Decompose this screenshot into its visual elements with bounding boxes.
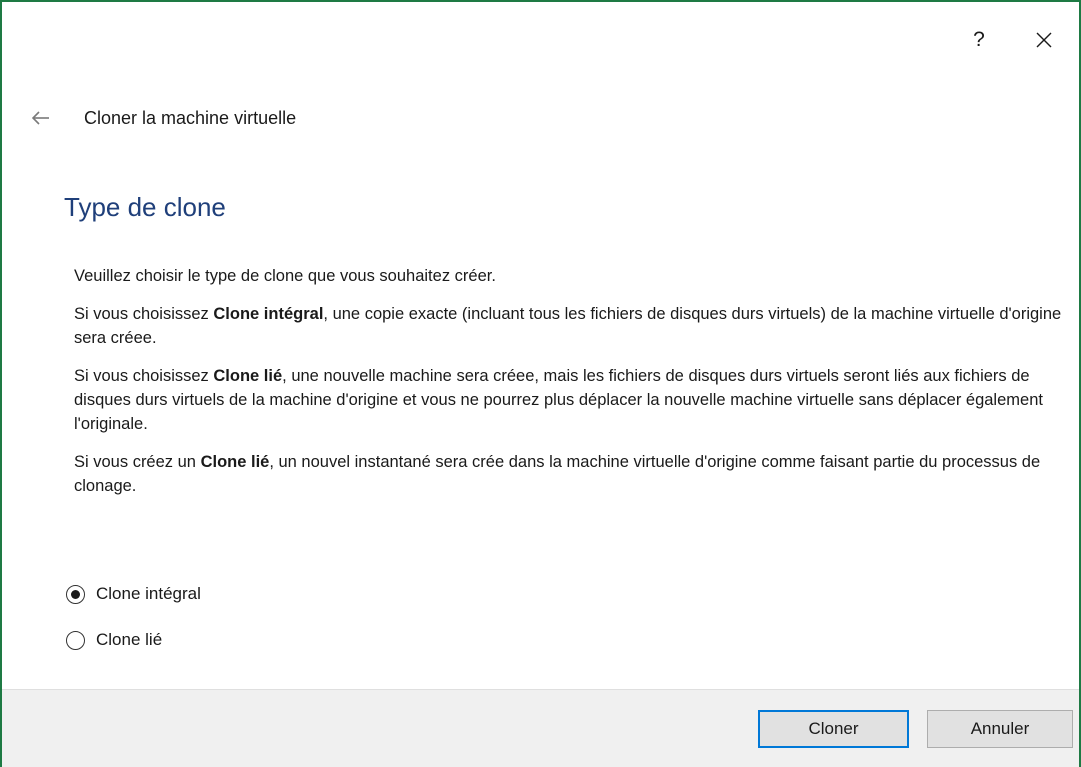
full-clone-radio[interactable] bbox=[66, 584, 85, 604]
page-heading: Type de clone bbox=[64, 192, 226, 222]
full-clone-para-bold: Clone intégral bbox=[213, 305, 324, 323]
snapshot-para-prefix: Si vous créez un bbox=[74, 453, 201, 471]
clone-button[interactable]: Cloner bbox=[758, 710, 909, 748]
clone-type-options: Clone intégral Clone lié bbox=[66, 580, 201, 672]
wizard-nav: Cloner la machine virtuelle bbox=[28, 105, 296, 131]
description-text: Veuillez choisir le type de clone que vo… bbox=[74, 264, 1064, 512]
back-arrow-icon bbox=[32, 111, 49, 125]
wizard-title: Cloner la machine virtuelle bbox=[84, 107, 297, 128]
full-clone-option[interactable]: Clone intégral bbox=[66, 580, 201, 608]
snapshot-paragraph: Si vous créez un Clone lié, un nouvel in… bbox=[74, 450, 1064, 498]
snapshot-para-bold: Clone lié bbox=[200, 453, 270, 471]
clone-vm-dialog: ? Cloner la machine virtuelle Type de cl… bbox=[0, 0, 1081, 767]
cancel-button[interactable]: Annuler bbox=[927, 710, 1073, 748]
linked-clone-option[interactable]: Clone lié bbox=[66, 626, 201, 654]
dialog-footer: Cloner Annuler bbox=[2, 689, 1079, 767]
full-clone-label[interactable]: Clone intégral bbox=[96, 584, 201, 604]
full-clone-para-prefix: Si vous choisissez bbox=[74, 305, 214, 323]
help-button[interactable]: ? bbox=[949, 2, 1009, 78]
intro-paragraph: Veuillez choisir le type de clone que vo… bbox=[74, 267, 496, 285]
radio-selected-dot bbox=[71, 589, 80, 599]
title-controls: ? bbox=[949, 2, 1079, 78]
linked-clone-para-prefix: Si vous choisissez bbox=[74, 367, 214, 385]
close-icon bbox=[1036, 32, 1052, 48]
close-button[interactable] bbox=[1009, 2, 1079, 78]
linked-clone-paragraph: Si vous choisissez Clone lié, une nouvel… bbox=[74, 364, 1064, 436]
full-clone-paragraph: Si vous choisissez Clone intégral, une c… bbox=[74, 302, 1064, 350]
linked-clone-para-bold: Clone lié bbox=[213, 367, 283, 385]
linked-clone-label[interactable]: Clone lié bbox=[96, 630, 162, 650]
back-button[interactable] bbox=[28, 105, 54, 131]
linked-clone-radio[interactable] bbox=[66, 630, 85, 650]
